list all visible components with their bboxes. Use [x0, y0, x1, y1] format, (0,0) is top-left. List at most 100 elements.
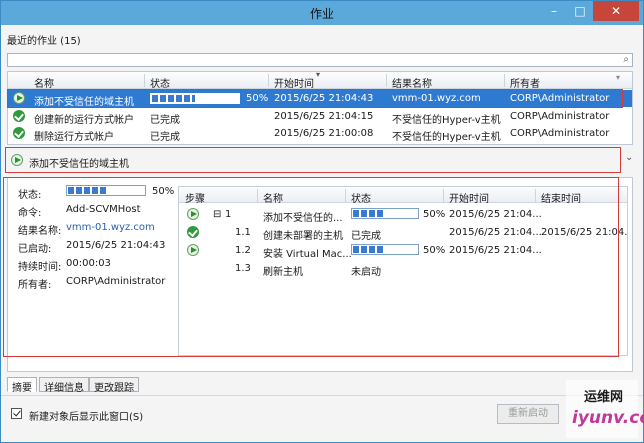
selected-job-header: 添加不受信任的域主机 — [7, 151, 623, 170]
step-progress-text: 50% — [423, 209, 446, 220]
column-chooser-icon[interactable]: ▾ — [616, 73, 620, 82]
sort-descending-icon: ▾ — [316, 70, 321, 79]
owner-value: CORP\Administrator — [66, 276, 166, 287]
job-owner: CORP\Administrator — [510, 93, 610, 104]
watermark-url: iyunv.com — [572, 408, 644, 428]
steps-grid-header: 步骤 名称 状态 开始时间 结束时间 — [179, 187, 627, 205]
column-header-status[interactable]: 状态 — [351, 190, 371, 205]
jobs-grid-header: 名称 状态 开始时间 ▾ 结果名称 所有者 ▾ — [8, 70, 632, 90]
column-header-step[interactable]: 步骤 — [185, 190, 205, 205]
job-row[interactable]: 创建新的运行方式帐户 已完成 2015/6/25 21:04:15 不受信任的H… — [8, 108, 632, 126]
step-name: 创建未部署的主机 — [263, 231, 343, 242]
started-value: 2015/6/25 21:04:43 — [66, 240, 166, 251]
step-status: 未启动 — [351, 267, 381, 278]
jobs-window: 作业 – □ ✕ 最近的作业 (15) ⌕ 名称 状态 开始时间 ▾ 结果名称 … — [0, 0, 644, 443]
step-number: 1 — [225, 209, 232, 220]
tab-details[interactable]: 详细信息 — [39, 377, 89, 394]
command-value: Add-SCVMHost — [66, 204, 141, 215]
step-status: 已完成 — [351, 231, 381, 242]
step-end-time: 2015/6/25 21:04... — [541, 227, 628, 238]
owner-field: 所有者: CORP\Administrator — [18, 276, 165, 291]
collapse-icon[interactable]: ⊟ — [213, 209, 221, 220]
step-start-time: 2015/6/25 21:04... — [449, 245, 542, 256]
watermark-text: 运维网 — [584, 390, 624, 405]
search-icon: ⌕ — [623, 54, 629, 65]
tab-change-tracking[interactable]: 更改跟踪 — [89, 377, 139, 394]
running-icon — [11, 154, 23, 166]
status-progress-bar — [66, 185, 146, 196]
progress-fill — [68, 187, 106, 194]
close-button[interactable]: ✕ — [593, 1, 639, 21]
job-progress-text: 50% — [246, 93, 269, 104]
duration-value: 00:00:03 — [66, 258, 111, 269]
title-bar[interactable]: 作业 – □ ✕ — [1, 1, 643, 25]
column-header-name[interactable]: 名称 — [34, 75, 54, 90]
step-row[interactable]: 1.1 创建未部署的主机 已完成 2015/6/25 21:04... 2015… — [179, 223, 628, 242]
job-result-name: 不受信任的Hyper-v主机 — [392, 115, 501, 126]
running-icon — [187, 208, 199, 220]
column-header-end-time[interactable]: 结束时间 — [541, 190, 581, 205]
footer: 新建对象后显示此窗口(S) 重新启动 — [1, 395, 643, 442]
job-start-time: 2015/6/25 21:04:43 — [274, 93, 374, 104]
step-name: 添加不受信任的... — [263, 213, 343, 224]
step-start-time: 2015/6/25 21:04... — [449, 227, 542, 238]
result-field: 结果名称: vmm-01.wyz.com — [18, 222, 155, 237]
check-icon — [13, 127, 25, 139]
column-header-result-name[interactable]: 结果名称 — [392, 75, 432, 90]
command-label: 命令: — [18, 208, 42, 219]
minimize-button[interactable]: – — [541, 1, 567, 21]
column-header-status[interactable]: 状态 — [150, 75, 170, 90]
result-link[interactable]: vmm-01.wyz.com — [66, 222, 155, 233]
job-name: 添加不受信任的域主机 — [34, 97, 134, 108]
status-progress-text: 50% — [152, 186, 175, 197]
step-progress-text: 50% — [423, 245, 446, 256]
job-status: 已完成 — [150, 115, 180, 126]
duration-label: 持续时间: — [18, 262, 62, 273]
result-label: 结果名称: — [18, 226, 62, 237]
job-owner: CORP\Administrator — [510, 111, 610, 122]
watermark: 运维网 iyunv.com — [566, 380, 644, 438]
tab-summary[interactable]: 摘要 — [7, 377, 37, 394]
restart-button[interactable]: 重新启动 — [497, 404, 559, 424]
duration-field: 持续时间: 00:00:03 — [18, 258, 111, 273]
progress-fill — [353, 210, 385, 217]
job-summary-panel: 状态: 50% 命令: Add-SCVMHost 结果名称: vmm-01.wy… — [7, 177, 633, 372]
step-number: 1.1 — [235, 227, 251, 238]
step-name: 刷新主机 — [263, 267, 303, 278]
window-content: 最近的作业 (15) ⌕ 名称 状态 开始时间 ▾ 结果名称 所有者 ▾ 添加不… — [1, 25, 643, 442]
job-row[interactable]: 删除运行方式帐户 已完成 2015/6/25 21:00:08 不受信任的Hyp… — [8, 125, 632, 143]
column-header-name[interactable]: 名称 — [263, 190, 283, 205]
step-name: 安装 Virtual Mac... — [263, 249, 352, 260]
selected-job-title: 添加不受信任的域主机 — [29, 159, 129, 170]
job-name: 创建新的运行方式帐户 — [34, 115, 134, 126]
maximize-button[interactable]: □ — [567, 1, 593, 21]
show-window-checkbox-label[interactable]: 新建对象后显示此窗口(S) — [29, 408, 143, 423]
job-start-time: 2015/6/25 21:00:08 — [274, 128, 374, 139]
progress-fill — [152, 95, 195, 102]
step-row[interactable]: 1.2 安装 Virtual Mac... 50% 2015/6/25 21:0… — [179, 241, 627, 260]
show-window-checkbox[interactable] — [11, 408, 22, 419]
step-row[interactable]: ⊟ 1 添加不受信任的... 50% 2015/6/25 21:04... — [179, 205, 627, 224]
started-label: 已启动: — [18, 244, 52, 255]
steps-grid: 步骤 名称 状态 开始时间 结束时间 ⊟ 1 添加不受信任的... 50% 20… — [178, 186, 628, 356]
job-owner: CORP\Administrator — [510, 128, 610, 139]
status-label: 状态: — [18, 190, 42, 201]
command-field: 命令: Add-SCVMHost — [18, 204, 141, 219]
running-icon — [13, 92, 25, 104]
job-result-name: 不受信任的Hyper-v主机 — [392, 132, 501, 143]
search-input[interactable]: ⌕ — [7, 53, 633, 67]
job-row[interactable]: 添加不受信任的域主机 50% 2015/6/25 21:04:43 vmm-01… — [8, 90, 632, 108]
column-header-start-time[interactable]: 开始时间 — [274, 75, 314, 90]
recent-jobs-label: 最近的作业 (15) — [7, 36, 81, 47]
job-start-time: 2015/6/25 21:04:15 — [274, 111, 374, 122]
step-progress-bar — [351, 208, 419, 219]
progress-fill — [353, 246, 385, 253]
column-header-start-time[interactable]: 开始时间 — [449, 190, 489, 205]
job-result-name: vmm-01.wyz.com — [392, 93, 481, 104]
status-field: 状态: 50% — [18, 185, 174, 201]
job-progress-bar — [150, 93, 240, 104]
step-number: 1.2 — [235, 245, 251, 256]
step-row[interactable]: 1.3 刷新主机 未启动 — [179, 259, 627, 278]
column-header-owner[interactable]: 所有者 — [510, 75, 540, 90]
chevron-down-icon[interactable]: ⌄ — [625, 152, 633, 163]
